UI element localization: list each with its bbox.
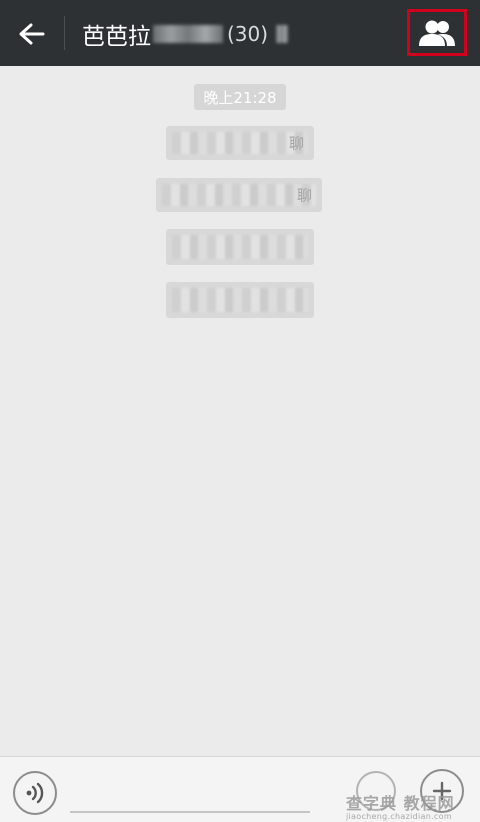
group-name: 芭芭拉 [82,24,151,50]
system-message [166,282,314,318]
emoji-button[interactable] [356,771,396,811]
message-text-tail: 聊 [296,186,312,205]
more-button[interactable] [420,769,464,813]
message-input[interactable] [70,811,310,813]
back-button[interactable] [10,12,54,56]
header-divider [64,16,65,50]
system-message [166,229,314,265]
redacted-text [172,288,308,312]
voice-input-button[interactable] [13,771,57,815]
redacted-text [172,132,308,154]
group-members-button[interactable] [407,9,467,56]
redacted-text [172,235,308,259]
plus-icon [432,781,452,801]
arrow-left-icon [19,23,45,45]
input-bar [0,756,480,822]
member-count: (30) [227,22,269,46]
system-message: 聊 [166,126,314,160]
redacted-icon [276,25,289,43]
voice-input-icon [26,782,44,804]
system-message: 聊 [156,178,322,212]
chat-title: 芭芭拉 (30) [82,18,290,50]
redacted-name-part [153,25,223,43]
chat-header: 芭芭拉 (30) [0,0,480,66]
message-text-tail: 聊 [288,134,304,153]
redacted-text [162,184,316,206]
group-members-icon [419,20,455,46]
message-timestamp: 晚上21:28 [194,84,286,110]
